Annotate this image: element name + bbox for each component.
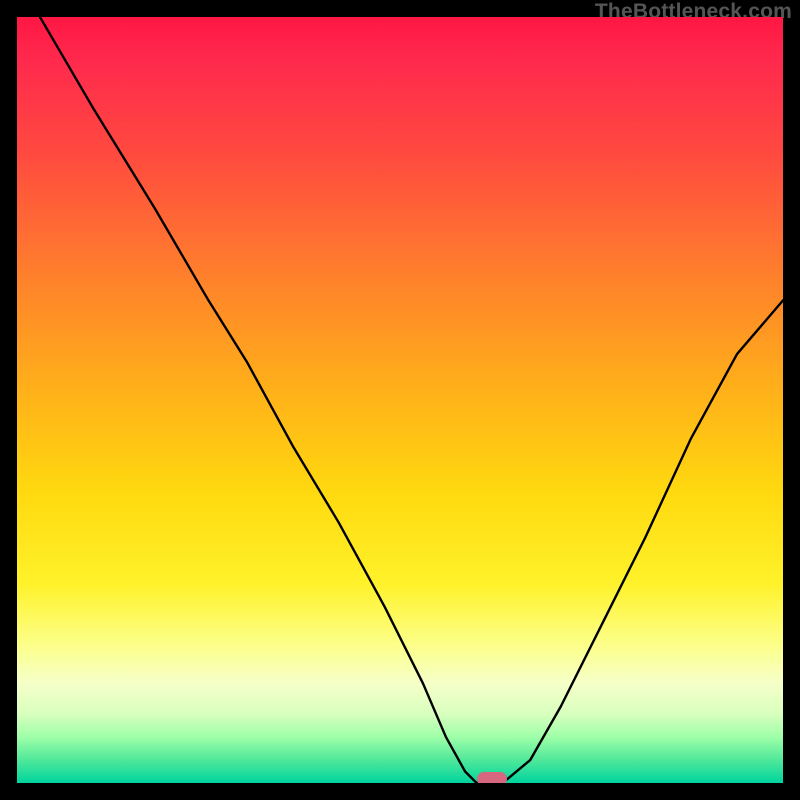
optimal-point-marker: [477, 772, 507, 783]
bottleneck-curve-path: [40, 17, 783, 783]
chart-frame: TheBottleneck.com: [0, 0, 800, 800]
plot-area: [17, 17, 783, 783]
curve-svg: [17, 17, 783, 783]
